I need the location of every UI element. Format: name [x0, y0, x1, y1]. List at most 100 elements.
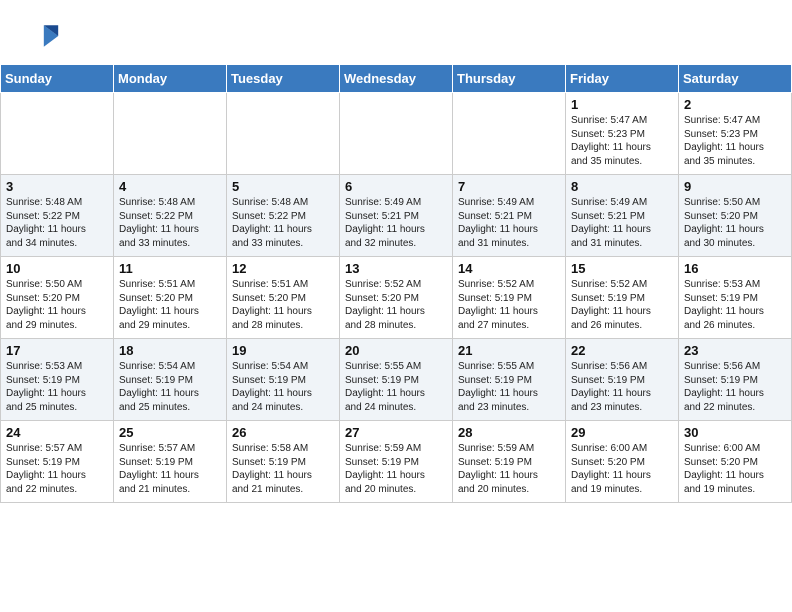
- calendar-cell: 4Sunrise: 5:48 AMSunset: 5:22 PMDaylight…: [114, 175, 227, 257]
- cell-text: and 30 minutes.: [684, 237, 786, 251]
- cell-text: Daylight: 11 hours: [119, 387, 221, 401]
- cell-text: Sunrise: 5:57 AM: [119, 442, 221, 456]
- week-row-3: 10Sunrise: 5:50 AMSunset: 5:20 PMDayligh…: [1, 257, 792, 339]
- cell-text: Sunrise: 5:51 AM: [119, 278, 221, 292]
- day-number: 29: [571, 425, 673, 440]
- cell-text: Sunset: 5:21 PM: [571, 210, 673, 224]
- cell-text: Daylight: 11 hours: [6, 223, 108, 237]
- day-number: 6: [345, 179, 447, 194]
- calendar-cell: 25Sunrise: 5:57 AMSunset: 5:19 PMDayligh…: [114, 421, 227, 503]
- cell-text: Daylight: 11 hours: [6, 387, 108, 401]
- cell-text: Sunset: 5:19 PM: [6, 456, 108, 470]
- day-header-wednesday: Wednesday: [340, 65, 453, 93]
- day-number: 20: [345, 343, 447, 358]
- cell-text: Sunrise: 5:48 AM: [232, 196, 334, 210]
- cell-text: Daylight: 11 hours: [571, 387, 673, 401]
- cell-text: Daylight: 11 hours: [345, 469, 447, 483]
- cell-text: and 24 minutes.: [232, 401, 334, 415]
- day-number: 9: [684, 179, 786, 194]
- day-header-saturday: Saturday: [679, 65, 792, 93]
- cell-text: Daylight: 11 hours: [119, 305, 221, 319]
- cell-text: Sunset: 5:19 PM: [345, 456, 447, 470]
- cell-text: and 28 minutes.: [345, 319, 447, 333]
- cell-text: and 32 minutes.: [345, 237, 447, 251]
- calendar-cell: 28Sunrise: 5:59 AMSunset: 5:19 PMDayligh…: [453, 421, 566, 503]
- calendar-cell: 19Sunrise: 5:54 AMSunset: 5:19 PMDayligh…: [227, 339, 340, 421]
- week-row-5: 24Sunrise: 5:57 AMSunset: 5:19 PMDayligh…: [1, 421, 792, 503]
- cell-text: and 35 minutes.: [684, 155, 786, 169]
- cell-text: Daylight: 11 hours: [345, 223, 447, 237]
- cell-text: Sunset: 5:19 PM: [458, 292, 560, 306]
- cell-text: Sunrise: 5:54 AM: [119, 360, 221, 374]
- cell-text: Sunset: 5:21 PM: [458, 210, 560, 224]
- day-header-tuesday: Tuesday: [227, 65, 340, 93]
- calendar-cell: 18 Sunrise: 5:54 AMSunset: 5:19 PMDayligh…: [114, 339, 227, 421]
- cell-text: and 19 minutes.: [571, 483, 673, 497]
- cell-text: Sunset: 5:23 PM: [571, 128, 673, 142]
- cell-text: Sunset: 5:19 PM: [458, 456, 560, 470]
- cell-text: Sunrise: 5:51 AM: [232, 278, 334, 292]
- day-number: 8: [571, 179, 673, 194]
- calendar-cell: 26Sunrise: 5:58 AMSunset: 5:19 PMDayligh…: [227, 421, 340, 503]
- cell-text: and 33 minutes.: [119, 237, 221, 251]
- cell-text: and 24 minutes.: [345, 401, 447, 415]
- cell-text: Daylight: 11 hours: [684, 223, 786, 237]
- day-number: 23: [684, 343, 786, 358]
- cell-text: Sunset: 5:19 PM: [232, 456, 334, 470]
- calendar-cell: [227, 93, 340, 175]
- cell-text: Sunset: 5:20 PM: [684, 456, 786, 470]
- cell-text: Sunrise: 5:48 AM: [119, 196, 221, 210]
- cell-text: and 25 minutes.: [6, 401, 108, 415]
- cell-text: Sunrise: 5:53 AM: [684, 278, 786, 292]
- cell-text: and 23 minutes.: [458, 401, 560, 415]
- day-number: 13: [345, 261, 447, 276]
- cell-text: Sunrise: 5:50 AM: [684, 196, 786, 210]
- calendar-cell: [340, 93, 453, 175]
- cell-text: Sunrise: 5:59 AM: [458, 442, 560, 456]
- day-number: 30: [684, 425, 786, 440]
- calendar-cell: 7Sunrise: 5:49 AMSunset: 5:21 PMDaylight…: [453, 175, 566, 257]
- cell-text: Sunrise: 5:48 AM: [6, 196, 108, 210]
- cell-text: Daylight: 11 hours: [458, 305, 560, 319]
- calendar-cell: 6Sunrise: 5:49 AMSunset: 5:21 PMDaylight…: [340, 175, 453, 257]
- cell-text: Sunrise: 5:53 AM: [6, 360, 108, 374]
- cell-text: and 31 minutes.: [571, 237, 673, 251]
- day-number: 4: [119, 179, 221, 194]
- cell-text: Sunset: 5:19 PM: [6, 374, 108, 388]
- day-header-monday: Monday: [114, 65, 227, 93]
- cell-text: and 21 minutes.: [232, 483, 334, 497]
- day-header-friday: Friday: [566, 65, 679, 93]
- cell-text: Daylight: 11 hours: [684, 469, 786, 483]
- day-number: 7: [458, 179, 560, 194]
- cell-text: Sunset: 5:21 PM: [345, 210, 447, 224]
- cell-text: Sunset: 5:20 PM: [6, 292, 108, 306]
- cell-text: Daylight: 11 hours: [571, 305, 673, 319]
- day-number: 5: [232, 179, 334, 194]
- cell-text: and 34 minutes.: [6, 237, 108, 251]
- calendar-cell: 11Sunrise: 5:51 AMSunset: 5:20 PMDayligh…: [114, 257, 227, 339]
- cell-text: Daylight: 11 hours: [232, 223, 334, 237]
- calendar-cell: 12Sunrise: 5:51 AMSunset: 5:20 PMDayligh…: [227, 257, 340, 339]
- cell-text: Sunset: 5:20 PM: [345, 292, 447, 306]
- calendar-cell: 2Sunrise: 5:47 AMSunset: 5:23 PMDaylight…: [679, 93, 792, 175]
- cell-text: Daylight: 11 hours: [232, 387, 334, 401]
- page-header: [0, 0, 792, 64]
- cell-text: and 21 minutes.: [119, 483, 221, 497]
- cell-text: and 29 minutes.: [6, 319, 108, 333]
- calendar-cell: 17Sunrise: 5:53 AMSunset: 5:19 PMDayligh…: [1, 339, 114, 421]
- cell-text: Sunset: 5:19 PM: [119, 374, 221, 388]
- calendar-cell: 27Sunrise: 5:59 AMSunset: 5:19 PMDayligh…: [340, 421, 453, 503]
- calendar-cell: 14Sunrise: 5:52 AMSunset: 5:19 PMDayligh…: [453, 257, 566, 339]
- week-row-2: 3Sunrise: 5:48 AMSunset: 5:22 PMDaylight…: [1, 175, 792, 257]
- cell-text: and 20 minutes.: [345, 483, 447, 497]
- day-header-sunday: Sunday: [1, 65, 114, 93]
- day-number: 18: [119, 343, 221, 358]
- day-number: 10: [6, 261, 108, 276]
- cell-text: Sunset: 5:20 PM: [119, 292, 221, 306]
- calendar-cell: [114, 93, 227, 175]
- cell-text: Daylight: 11 hours: [232, 469, 334, 483]
- cell-text: Sunrise: 5:47 AM: [684, 114, 786, 128]
- cell-text: Sunrise: 5:49 AM: [571, 196, 673, 210]
- calendar-cell: 9Sunrise: 5:50 AMSunset: 5:20 PMDaylight…: [679, 175, 792, 257]
- week-row-4: 17Sunrise: 5:53 AMSunset: 5:19 PMDayligh…: [1, 339, 792, 421]
